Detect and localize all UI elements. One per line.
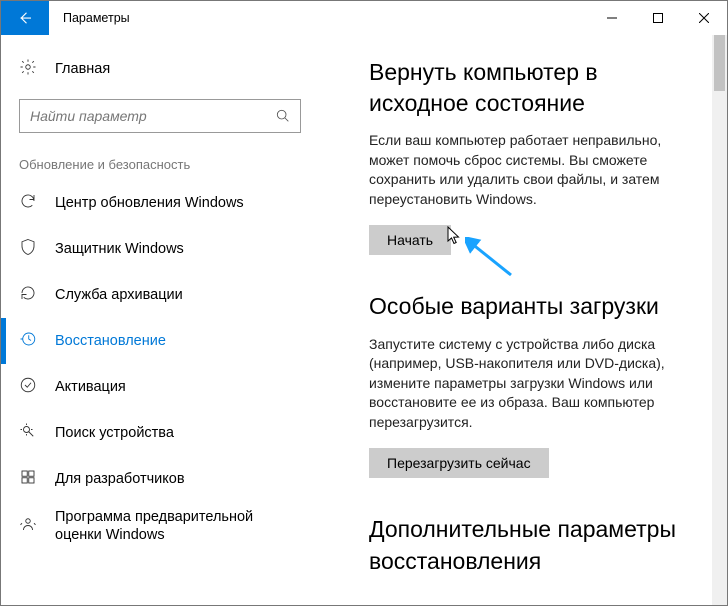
close-button[interactable] xyxy=(681,1,727,35)
selection-indicator xyxy=(1,318,6,364)
section-heading-more-options: Дополнительные параметры восстановления xyxy=(369,514,687,576)
home-label: Главная xyxy=(55,61,110,77)
backup-icon xyxy=(19,284,37,306)
sidebar-item-recovery[interactable]: Восстановление xyxy=(1,318,319,364)
sidebar-item-defender[interactable]: Защитник Windows xyxy=(1,226,319,272)
sidebar: Главная Обновление и безопасность Центр … xyxy=(1,35,319,605)
main-content: Вернуть компьютер в исходное состояние Е… xyxy=(319,35,727,605)
minimize-button[interactable] xyxy=(589,1,635,35)
section-heading-advanced-startup: Особые варианты загрузки xyxy=(369,291,687,322)
dev-icon xyxy=(19,468,37,490)
scrollbar-thumb[interactable] xyxy=(714,35,725,91)
sidebar-item-label: Для разработчиков xyxy=(55,470,185,488)
sidebar-item-label: Защитник Windows xyxy=(55,240,184,258)
section-desc-reset: Если ваш компьютер работает неправильно,… xyxy=(369,131,687,209)
reset-start-button[interactable]: Начать xyxy=(369,225,451,255)
scrollbar[interactable] xyxy=(712,35,727,605)
sidebar-item-insider[interactable]: Программа предварительной оценки Windows xyxy=(1,502,319,550)
sidebar-item-label: Восстановление xyxy=(55,332,166,350)
sidebar-item-label: Центр обновления Windows xyxy=(55,194,244,212)
restart-now-button[interactable]: Перезагрузить сейчас xyxy=(369,448,549,478)
sidebar-item-developers[interactable]: Для разработчиков xyxy=(1,456,319,502)
search-icon xyxy=(266,108,300,124)
sidebar-item-activation[interactable]: Активация xyxy=(1,364,319,410)
window-title: Параметры xyxy=(49,1,130,35)
history-icon xyxy=(19,330,37,352)
category-label: Обновление и безопасность xyxy=(1,133,319,180)
sync-icon xyxy=(19,192,37,214)
sidebar-item-backup[interactable]: Служба архивации xyxy=(1,272,319,318)
search-input[interactable] xyxy=(20,108,266,124)
section-desc-advanced-startup: Запустите систему с устройства либо диск… xyxy=(369,335,687,433)
sidebar-item-label: Программа предварительной оценки Windows xyxy=(55,508,301,544)
insider-icon xyxy=(19,515,37,537)
home-link[interactable]: Главная xyxy=(1,49,319,89)
sidebar-item-windows-update[interactable]: Центр обновления Windows xyxy=(1,180,319,226)
sidebar-item-label: Служба архивации xyxy=(55,286,183,304)
section-heading-reset: Вернуть компьютер в исходное состояние xyxy=(369,57,687,119)
search-box[interactable] xyxy=(19,99,301,133)
maximize-button[interactable] xyxy=(635,1,681,35)
shield-icon xyxy=(19,238,37,260)
sidebar-item-label: Активация xyxy=(55,378,126,396)
titlebar: Параметры xyxy=(1,1,727,35)
sidebar-item-label: Поиск устройства xyxy=(55,424,174,442)
sidebar-item-find-device[interactable]: Поиск устройства xyxy=(1,410,319,456)
check-circle-icon xyxy=(19,376,37,398)
location-icon xyxy=(19,422,37,444)
back-button[interactable] xyxy=(1,1,49,35)
gear-icon xyxy=(19,58,37,80)
